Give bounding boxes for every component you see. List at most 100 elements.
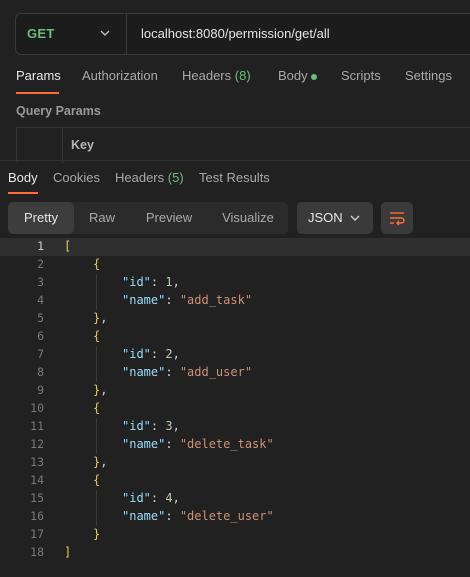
line-number: 17 — [30, 527, 44, 541]
code-text: "id": 4, — [122, 491, 180, 505]
code-token: 1 — [165, 275, 173, 289]
code-token: 2 — [165, 347, 173, 361]
panel-divider[interactable] — [0, 160, 470, 161]
code-token: [ — [64, 239, 72, 253]
tab-label: Test Results — [199, 170, 270, 185]
code-line: 15 "id": 4, — [0, 490, 470, 508]
code-text: }, — [93, 311, 107, 325]
code-token: "name" — [122, 509, 166, 523]
tab-authorization[interactable]: Authorization — [82, 68, 158, 83]
line-number: 2 — [37, 257, 44, 271]
code-token: { — [93, 257, 101, 271]
code-text: "id": 1, — [122, 275, 180, 289]
code-text: ] — [64, 545, 71, 559]
code-token: : — [165, 365, 180, 379]
request-url-bar: GET localhost:8080/permission/get/all — [15, 13, 470, 55]
code-text: { — [93, 257, 100, 271]
method-select[interactable]: GET — [16, 14, 127, 54]
response-body-viewer[interactable]: 1[2{3 "id": 1, 4 "name": "add_task" 5}, 6{7 "i… — [0, 238, 470, 568]
code-line: 2{ — [0, 256, 470, 274]
code-line: 16 "name": "delete_user" — [0, 508, 470, 526]
code-text: "name": "add_task" — [122, 293, 252, 307]
code-token: , — [100, 383, 108, 397]
code-text: "name": "delete_task" — [122, 437, 274, 451]
code-token: "delete_user" — [179, 509, 274, 523]
line-number: 3 — [37, 275, 44, 289]
line-number: 5 — [37, 311, 44, 325]
line-number: 12 — [30, 437, 44, 451]
code-token: "id" — [122, 275, 151, 289]
tab-label: Params — [16, 68, 61, 83]
tab-settings[interactable]: Settings — [405, 68, 452, 83]
code-line: 5}, — [0, 310, 470, 328]
line-number: 13 — [30, 455, 44, 469]
view-visualize-button[interactable]: Visualize — [208, 202, 288, 234]
wrap-lines-button[interactable] — [381, 202, 413, 234]
code-token: "add_user" — [179, 365, 253, 379]
code-token: : — [150, 275, 166, 289]
code-token: , — [172, 491, 180, 505]
code-token: "add_task" — [179, 293, 253, 307]
format-select[interactable]: JSON — [297, 202, 373, 234]
method-label: GET — [27, 26, 55, 41]
indent-guide — [96, 490, 97, 526]
response-tab-headers[interactable]: Headers (5) — [115, 170, 184, 185]
code-token: 4 — [165, 491, 173, 505]
code-text: }, — [93, 383, 107, 397]
tab-params[interactable]: Params — [16, 68, 61, 83]
code-line: 8 "name": "add_user" — [0, 364, 470, 382]
code-text: { — [93, 329, 100, 343]
code-token: : — [165, 509, 180, 523]
response-tab-body[interactable]: Body — [8, 170, 38, 185]
code-text: { — [93, 473, 100, 487]
line-number: 1 — [37, 239, 44, 253]
line-number: 6 — [37, 329, 44, 343]
code-line: 7 "id": 2, — [0, 346, 470, 364]
code-text: }, — [93, 455, 107, 469]
code-token: , — [172, 347, 180, 361]
response-tab-cookies[interactable]: Cookies — [53, 170, 100, 185]
tab-headers[interactable]: Headers (8) — [182, 68, 251, 83]
column-divider — [62, 128, 63, 163]
code-token: , — [100, 455, 108, 469]
line-number: 4 — [37, 293, 44, 307]
view-preview-button[interactable]: Preview — [130, 202, 208, 234]
url-input[interactable]: localhost:8080/permission/get/all — [141, 26, 330, 41]
body-status-dot — [311, 74, 317, 80]
line-number: 7 — [37, 347, 44, 361]
tab-label: Scripts — [341, 68, 381, 83]
view-mode-group: Pretty Raw Preview Visualize — [8, 202, 288, 234]
query-params-title: Query Params — [16, 104, 101, 118]
code-token: "name" — [122, 293, 166, 307]
view-raw-button[interactable]: Raw — [74, 202, 130, 234]
code-line: 9}, — [0, 382, 470, 400]
response-headers-count: (5) — [167, 170, 184, 185]
code-line: 18] — [0, 544, 470, 562]
tab-label: Headers — [115, 170, 165, 185]
chevron-down-icon — [100, 30, 110, 36]
line-number: 10 — [30, 401, 44, 415]
code-token: , — [172, 275, 180, 289]
tab-label: Cookies — [53, 170, 100, 185]
code-text: { — [93, 401, 100, 415]
tab-label: Headers — [182, 68, 232, 83]
chevron-down-icon — [350, 215, 360, 221]
response-tab-test-results[interactable]: Test Results — [199, 170, 270, 185]
code-line: 1[ — [0, 238, 470, 256]
view-pretty-button[interactable]: Pretty — [8, 202, 74, 234]
indent-guide — [96, 346, 97, 382]
indent-guide — [96, 418, 97, 454]
tab-label: Body — [8, 170, 38, 185]
code-token: , — [172, 419, 180, 433]
tab-scripts[interactable]: Scripts — [341, 68, 381, 83]
code-token: "id" — [122, 347, 151, 361]
code-text: "name": "delete_user" — [122, 509, 274, 523]
code-token: "id" — [122, 491, 151, 505]
key-column-header: Key — [71, 138, 94, 152]
line-number: 18 — [30, 545, 44, 559]
tab-body[interactable]: Body — [278, 68, 308, 83]
code-text: "id": 3, — [122, 419, 180, 433]
format-label: JSON — [308, 210, 343, 225]
code-token: "id" — [122, 419, 151, 433]
code-line: 11 "id": 3, — [0, 418, 470, 436]
